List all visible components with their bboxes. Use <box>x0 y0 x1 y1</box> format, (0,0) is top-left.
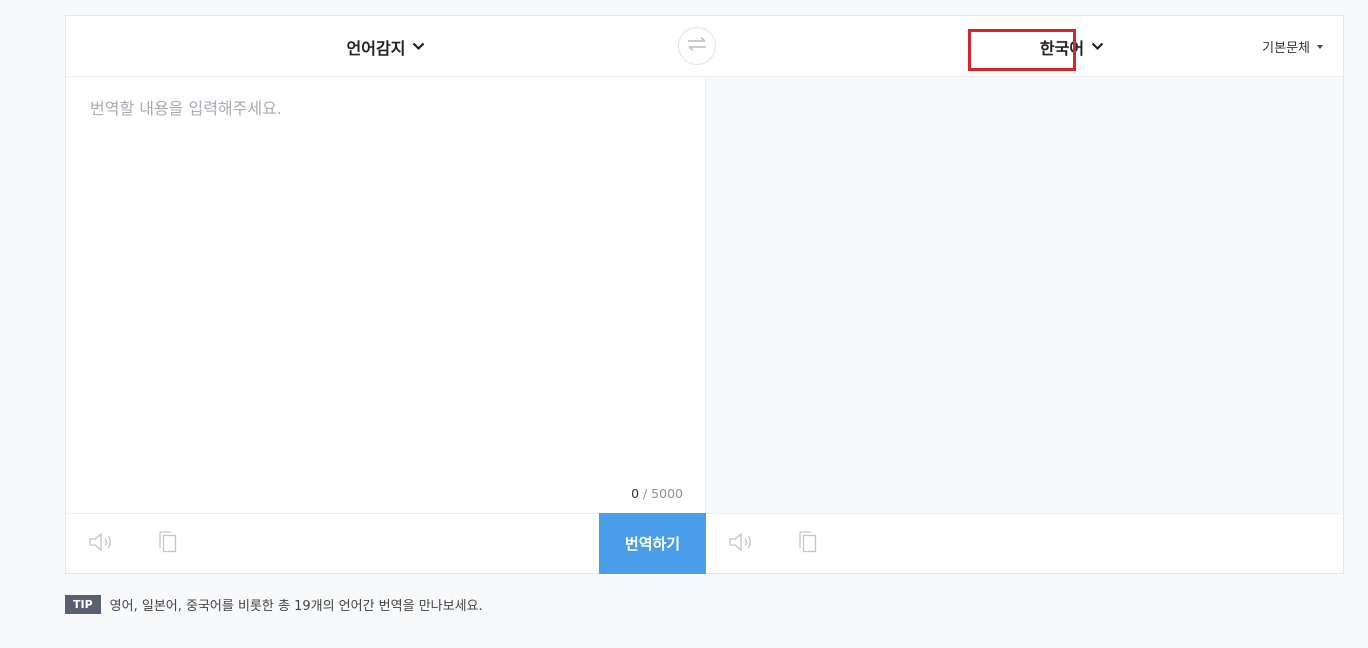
translate-button[interactable]: 번역하기 <box>599 513 706 574</box>
tip-banner: TIP 영어, 일본어, 중국어를 비롯한 총 19개의 언어간 번역을 만나보… <box>65 595 483 614</box>
chevron-down-icon <box>412 42 425 51</box>
chevron-down-icon <box>1091 42 1104 51</box>
char-count-current: 0 <box>631 486 640 501</box>
tip-badge: TIP <box>65 595 101 614</box>
font-style-label: 기본문체 <box>1262 41 1310 56</box>
character-counter: 0 / 5000 <box>631 486 683 501</box>
source-copy-button[interactable] <box>154 530 182 558</box>
source-speaker-button[interactable] <box>88 530 116 558</box>
source-pane: 0 / 5000 <box>66 77 706 513</box>
source-language-label: 언어감지 <box>346 38 406 58</box>
source-language-dropdown[interactable]: 언어감지 <box>66 16 706 77</box>
source-text-input[interactable] <box>90 95 680 465</box>
target-copy-button[interactable] <box>794 530 822 558</box>
swap-icon <box>686 36 708 56</box>
swap-languages-button[interactable] <box>678 27 716 65</box>
speaker-icon <box>728 531 756 557</box>
speaker-icon <box>88 531 116 557</box>
tip-text: 영어, 일본어, 중국어를 비롯한 총 19개의 언어간 번역을 만나보세요. <box>109 599 483 614</box>
action-bar: 번역하기 <box>66 513 1343 574</box>
target-pane <box>706 77 1343 513</box>
translator-panel: 언어감지 한국어 기본문체 0 <box>65 15 1344 574</box>
font-style-dropdown[interactable]: 기본문체 <box>1262 16 1323 77</box>
language-bar: 언어감지 한국어 기본문체 <box>66 16 1343 77</box>
target-language-dropdown[interactable]: 한국어 <box>966 16 1178 77</box>
copy-icon <box>157 530 179 558</box>
copy-icon <box>797 530 819 558</box>
char-count-max: / 5000 <box>643 486 683 501</box>
caret-down-icon <box>1317 44 1323 49</box>
target-language-label: 한국어 <box>1039 38 1085 58</box>
target-speaker-button[interactable] <box>728 530 756 558</box>
